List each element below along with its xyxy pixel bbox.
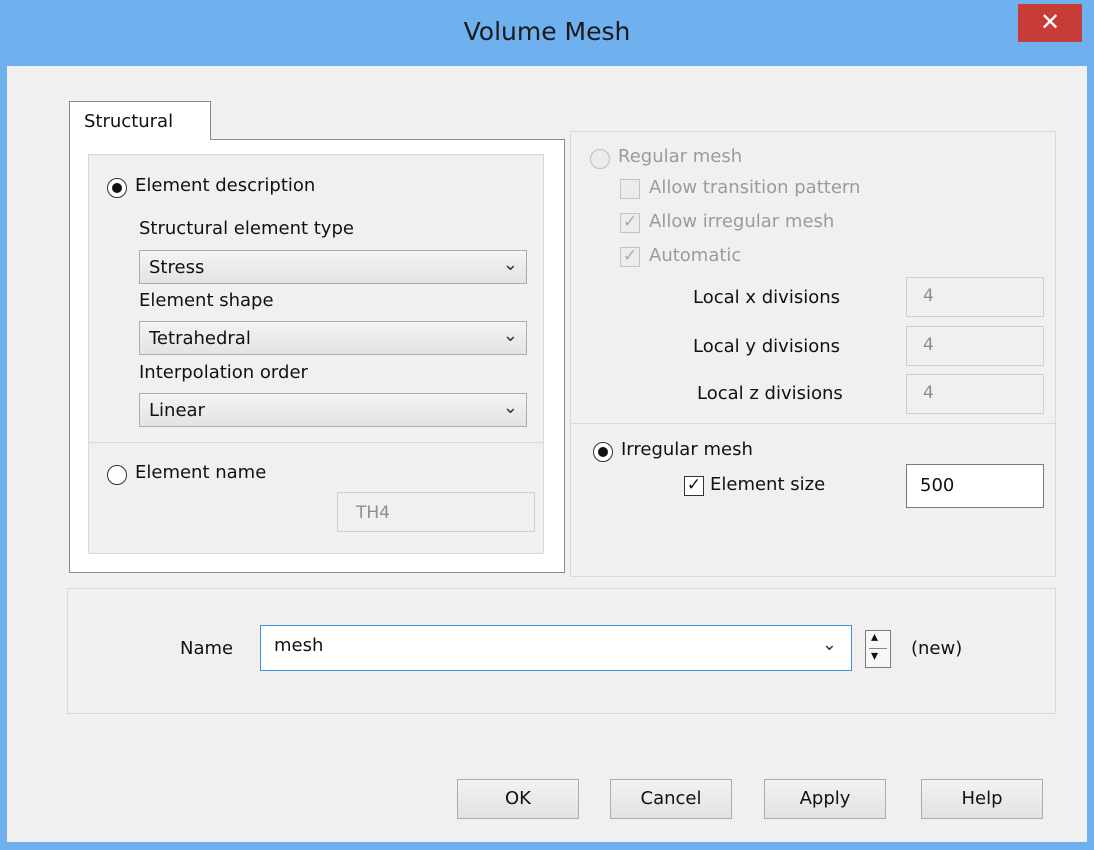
element-size-value: 500 bbox=[920, 475, 955, 496]
dialog-client-area: Structural Element description Structura… bbox=[7, 66, 1087, 842]
local-y-divisions-label: Local y divisions bbox=[693, 336, 841, 357]
check-icon: ✓ bbox=[622, 212, 638, 232]
element-shape-label: Element shape bbox=[139, 290, 274, 311]
irregular-mesh-radio[interactable] bbox=[593, 442, 613, 462]
element-size-checkbox[interactable]: ✓ bbox=[684, 476, 704, 496]
element-description-radio[interactable] bbox=[107, 178, 127, 198]
name-value: mesh bbox=[274, 635, 324, 656]
element-size-label: Element size bbox=[710, 474, 826, 495]
chevron-down-icon: ⌄ bbox=[502, 325, 518, 346]
element-name-field[interactable]: TH4 bbox=[337, 492, 535, 532]
structural-element-type-label: Structural element type bbox=[139, 218, 354, 239]
cancel-button[interactable]: Cancel bbox=[610, 779, 732, 819]
tab-structural-label: Structural bbox=[84, 111, 174, 132]
element-name-label: Element name bbox=[135, 462, 267, 483]
name-label: Name bbox=[180, 638, 234, 659]
name-spinner[interactable]: ▴ ▾ bbox=[865, 629, 891, 668]
tab-panel-structural: Element description Structural element t… bbox=[69, 139, 565, 573]
spin-down-icon[interactable]: ▾ bbox=[871, 648, 878, 664]
regular-mesh-radio[interactable] bbox=[590, 149, 610, 169]
local-x-divisions-value: 4 bbox=[923, 286, 934, 306]
element-description-label: Element description bbox=[135, 175, 316, 196]
regular-mesh-group: Regular mesh Allow transition pattern ✓ … bbox=[570, 131, 1056, 425]
tab-structural[interactable]: Structural bbox=[69, 101, 211, 140]
window-title: Volume Mesh bbox=[463, 17, 631, 46]
automatic-label: Automatic bbox=[649, 245, 742, 266]
regular-mesh-label: Regular mesh bbox=[618, 146, 743, 167]
title-bar[interactable]: Volume Mesh ✕ bbox=[0, 0, 1094, 66]
local-z-divisions-field[interactable]: 4 bbox=[906, 374, 1044, 414]
interpolation-order-select[interactable]: Linear ⌄ bbox=[139, 393, 527, 427]
check-icon: ✓ bbox=[686, 475, 702, 495]
local-y-divisions-field[interactable]: 4 bbox=[906, 326, 1044, 366]
allow-irregular-mesh-checkbox[interactable]: ✓ bbox=[620, 213, 640, 233]
name-combobox[interactable]: mesh ⌄ bbox=[260, 625, 852, 671]
chevron-down-icon[interactable]: ⌄ bbox=[822, 634, 837, 655]
interpolation-order-value: Linear bbox=[149, 400, 205, 421]
local-z-divisions-value: 4 bbox=[923, 383, 934, 403]
allow-transition-pattern-checkbox[interactable] bbox=[620, 179, 640, 199]
element-shape-select[interactable]: Tetrahedral ⌄ bbox=[139, 321, 527, 355]
chevron-down-icon: ⌄ bbox=[502, 254, 518, 275]
close-icon: ✕ bbox=[1039, 8, 1061, 36]
apply-button[interactable]: Apply bbox=[764, 779, 886, 819]
element-name-group: Element name TH4 bbox=[88, 442, 544, 554]
local-y-divisions-value: 4 bbox=[923, 335, 934, 355]
element-name-value: TH4 bbox=[356, 503, 390, 523]
name-status: (new) bbox=[911, 638, 963, 659]
structural-element-type-select[interactable]: Stress ⌄ bbox=[139, 250, 527, 284]
structural-element-type-value: Stress bbox=[149, 257, 205, 278]
element-shape-value: Tetrahedral bbox=[149, 328, 251, 349]
check-icon: ✓ bbox=[622, 246, 638, 266]
local-z-divisions-label: Local z divisions bbox=[697, 383, 843, 404]
element-description-group: Element description Structural element t… bbox=[88, 154, 544, 444]
local-x-divisions-field[interactable]: 4 bbox=[906, 277, 1044, 317]
local-x-divisions-label: Local x divisions bbox=[693, 287, 841, 308]
close-button[interactable]: ✕ bbox=[1018, 4, 1082, 42]
spin-up-icon[interactable]: ▴ bbox=[871, 629, 878, 645]
irregular-mesh-group: Irregular mesh ✓ Element size 500 bbox=[570, 423, 1056, 577]
chevron-down-icon: ⌄ bbox=[502, 397, 518, 418]
element-name-radio[interactable] bbox=[107, 465, 127, 485]
interpolation-order-label: Interpolation order bbox=[139, 362, 308, 383]
allow-irregular-mesh-label: Allow irregular mesh bbox=[649, 211, 835, 232]
element-size-input[interactable]: 500 bbox=[906, 464, 1044, 508]
automatic-checkbox[interactable]: ✓ bbox=[620, 247, 640, 267]
help-button[interactable]: Help bbox=[921, 779, 1043, 819]
irregular-mesh-label: Irregular mesh bbox=[621, 439, 753, 460]
dialog-window: Volume Mesh ✕ Structural Element descrip… bbox=[0, 0, 1094, 850]
name-group: Name mesh ⌄ ▴ ▾ (new) bbox=[67, 588, 1056, 714]
allow-transition-pattern-label: Allow transition pattern bbox=[649, 177, 861, 198]
ok-button[interactable]: OK bbox=[457, 779, 579, 819]
